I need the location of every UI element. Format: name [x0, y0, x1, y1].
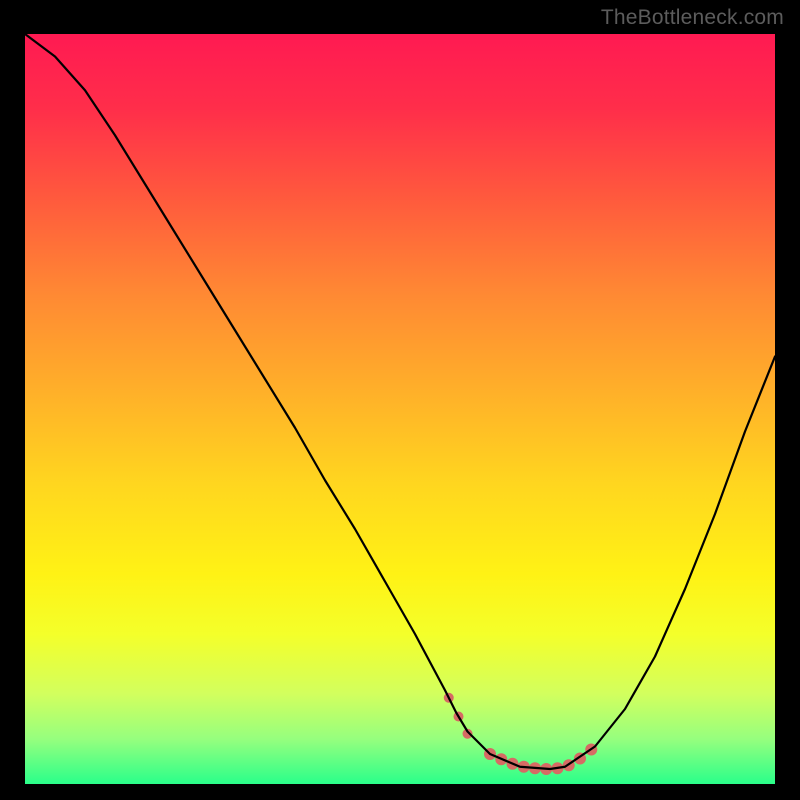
- plot-area: [25, 34, 775, 784]
- gradient-background: [25, 34, 775, 784]
- bottleneck-chart: [25, 34, 775, 784]
- chart-container: TheBottleneck.com: [0, 0, 800, 800]
- attribution-label: TheBottleneck.com: [601, 6, 784, 30]
